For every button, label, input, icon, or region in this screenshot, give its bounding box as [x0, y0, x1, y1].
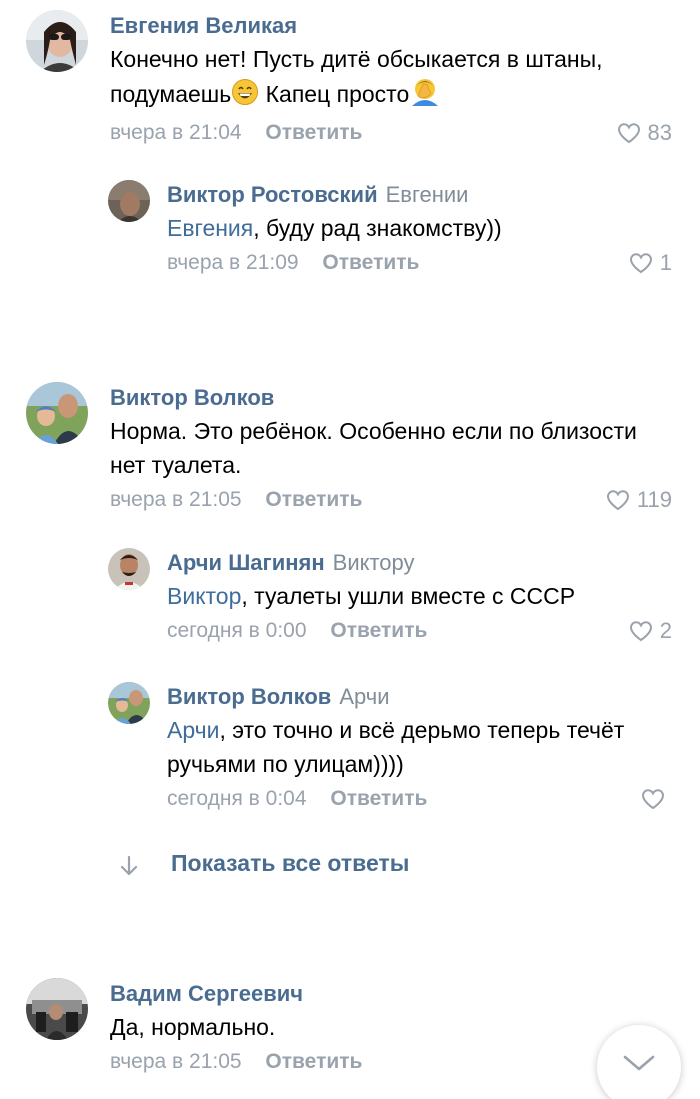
- comment-text-main: , туалеты ушли вместе с СССР: [241, 583, 576, 609]
- comment-text-main: , буду рад знакомству)): [253, 215, 502, 241]
- comment-text: Виктор, туалеты ушли вместе с СССР: [167, 579, 700, 613]
- reply-to: Виктору: [332, 550, 415, 575]
- author-name[interactable]: Арчи Шагинян: [167, 550, 325, 575]
- comment-time: сегодня в 0:04: [167, 787, 307, 810]
- like-count: 2: [659, 618, 672, 643]
- comment-meta: вчера в 21:09 Ответить 1: [167, 245, 700, 281]
- like-count: 119: [636, 487, 672, 512]
- reply-button[interactable]: Ответить: [265, 1050, 362, 1073]
- chevron-down-icon: [623, 1055, 655, 1071]
- comment-body: Арчи Шагинян Виктору Виктор, туалеты ушли…: [167, 549, 700, 649]
- grinning-face-emoji-icon: [231, 78, 259, 115]
- comment-meta: вчера в 21:04 Ответить 83: [110, 115, 700, 151]
- comment-time: сегодня в 0:00: [167, 619, 307, 642]
- reply-button[interactable]: Ответить: [322, 251, 419, 274]
- avatar[interactable]: [108, 682, 150, 724]
- like-button[interactable]: 1: [628, 245, 672, 281]
- like-count: 83: [647, 120, 672, 145]
- author-name[interactable]: Вадим Сергеевич: [110, 981, 303, 1006]
- comment-header: Вадим Сергеевич: [110, 980, 700, 1008]
- like-button[interactable]: 119: [605, 482, 672, 518]
- arrow-down-icon: [120, 855, 138, 876]
- comment-header: Виктор Ростовский Евгении: [167, 181, 700, 209]
- heart-outline-icon: [606, 490, 629, 511]
- reply-button[interactable]: Ответить: [265, 121, 362, 144]
- comment-body: Виктор Волков Арчи Арчи, это точно и всё …: [167, 683, 700, 817]
- reply-to: Евгении: [385, 182, 469, 207]
- heart-outline-icon: [629, 621, 652, 642]
- comment-time: вчера в 21:09: [167, 251, 299, 274]
- reply-button[interactable]: Ответить: [330, 619, 427, 642]
- author-name[interactable]: Виктор Ростовский: [167, 182, 378, 207]
- reply-button[interactable]: Ответить: [330, 787, 427, 810]
- comment-body: Виктор Ростовский Евгении Евгения, буду р…: [167, 181, 700, 281]
- heart-outline-icon: [617, 123, 640, 144]
- avatar[interactable]: [108, 180, 150, 222]
- comment-text: Конечно нет! Пусть дитё обсыкается в шта…: [110, 42, 700, 115]
- heart-outline-icon: [629, 253, 652, 274]
- like-button[interactable]: [640, 781, 672, 817]
- reply-button[interactable]: Ответить: [265, 488, 362, 511]
- comment-meta: сегодня в 0:04 Ответить: [167, 781, 700, 817]
- comment-header: Виктор Волков Арчи: [167, 683, 700, 711]
- facepalm-emoji-icon: [409, 76, 441, 115]
- avatar[interactable]: [26, 10, 88, 72]
- comment-header: Арчи Шагинян Виктору: [167, 549, 700, 577]
- comment-time: вчера в 21:04: [110, 121, 242, 144]
- comment-text: Евгения, буду рад знакомству)): [167, 211, 700, 245]
- comment-meta: вчера в 21:05 Ответить 119: [110, 482, 700, 518]
- show-all-replies-label: Показать все ответы: [171, 850, 410, 876]
- mention-link[interactable]: Арчи: [167, 717, 219, 743]
- comment-time: вчера в 21:05: [110, 488, 242, 511]
- scroll-down-button[interactable]: [597, 1025, 681, 1099]
- avatar[interactable]: [108, 548, 150, 590]
- comment-text-main: , это точно и всё дерьмо теперь течёт ру…: [167, 717, 625, 777]
- mention-link[interactable]: Евгения: [167, 215, 253, 241]
- comment-body: Евгения Великая Конечно нет! Пусть дитё …: [110, 12, 700, 151]
- comment-header: Виктор Волков: [110, 384, 700, 412]
- comment-text-tail: Капец просто: [265, 81, 410, 107]
- comment-time: вчера в 21:05: [110, 1050, 242, 1073]
- avatar[interactable]: [26, 382, 88, 444]
- author-name[interactable]: Виктор Волков: [167, 684, 331, 709]
- show-all-replies-button[interactable]: Показать все ответы: [0, 846, 700, 886]
- author-name[interactable]: Евгения Великая: [110, 13, 297, 38]
- like-count: 1: [659, 250, 672, 275]
- author-name[interactable]: Виктор Волков: [110, 385, 274, 410]
- avatar[interactable]: [26, 978, 88, 1040]
- like-button[interactable]: 2: [628, 613, 672, 649]
- comment-text: Арчи, это точно и всё дерьмо теперь течё…: [167, 713, 700, 781]
- comment-meta: сегодня в 0:00 Ответить 2: [167, 613, 700, 649]
- comment-text: Норма. Это ребёнок. Особенно если по бли…: [110, 418, 637, 478]
- comment-header: Евгения Великая: [110, 12, 700, 40]
- comments-page: Евгения Великая Конечно нет! Пусть дитё …: [0, 0, 700, 1099]
- mention-link[interactable]: Виктор: [167, 583, 241, 609]
- comment-body: Виктор Волков Норма. Это ребёнок. Особен…: [110, 384, 700, 518]
- like-button[interactable]: 83: [616, 115, 672, 151]
- heart-outline-icon: [641, 789, 665, 810]
- reply-to: Арчи: [339, 684, 390, 709]
